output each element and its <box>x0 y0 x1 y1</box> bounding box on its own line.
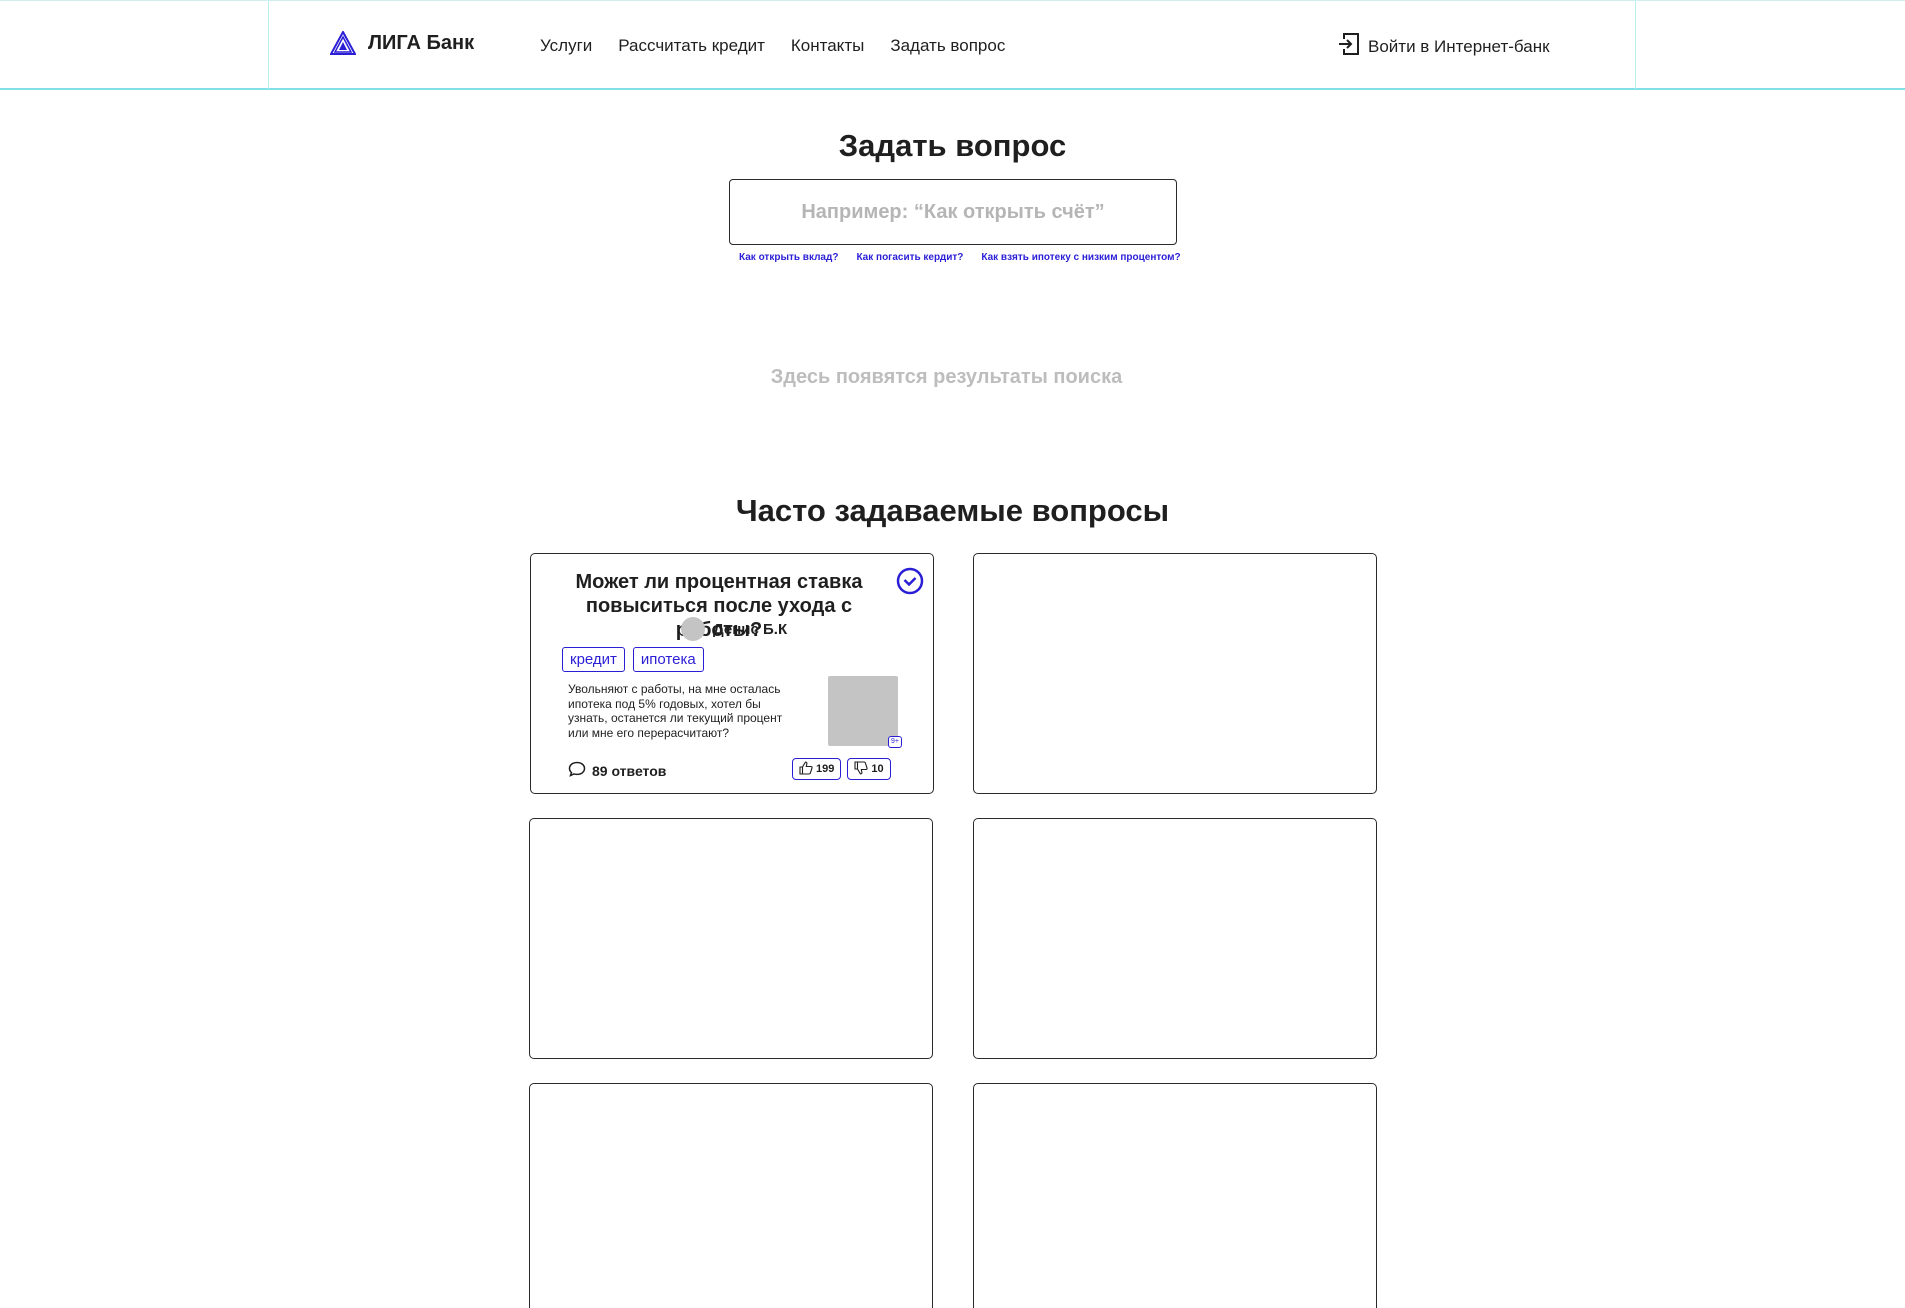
triangle-logo-icon <box>330 31 356 55</box>
faq-card-placeholder <box>529 1083 933 1308</box>
thumbs-up-icon <box>799 760 813 778</box>
faq-card[interactable]: Может ли процентная ставка повыситься по… <box>530 553 934 794</box>
nav-item-credit-calculator[interactable]: Рассчитать кредит <box>618 36 765 56</box>
nav-item-ask-question[interactable]: Задать вопрос <box>890 36 1005 56</box>
faq-card-placeholder <box>973 1083 1377 1308</box>
faq-card-placeholder <box>973 553 1377 794</box>
question-tags: кредит ипотека <box>562 647 704 672</box>
suggestion-link[interactable]: Как открыть вклад? <box>739 252 838 263</box>
question-image[interactable] <box>828 676 898 746</box>
vote-group: 199 10 <box>792 758 891 780</box>
suggestion-link[interactable]: Как взять ипотеку с низким процентом? <box>981 252 1180 263</box>
answers-link[interactable]: 89 ответов <box>568 761 666 780</box>
image-count-badge: 9+ <box>888 736 902 748</box>
likes-count: 199 <box>816 763 835 775</box>
search-results-placeholder: Здесь появятся результаты поиска <box>770 366 1123 388</box>
login-icon <box>1338 32 1360 61</box>
faq-card-placeholder <box>529 818 933 1059</box>
faq-card-placeholder <box>973 818 1377 1059</box>
avatar <box>681 617 705 641</box>
tag-credit[interactable]: кредит <box>562 647 625 672</box>
comment-icon <box>568 761 586 780</box>
author-name: Денис Б.К <box>713 620 788 638</box>
question-search-input[interactable] <box>729 179 1177 245</box>
layout-guide-left <box>268 1 269 89</box>
login-label: Войти в Интернет-банк <box>1368 36 1550 56</box>
login-button[interactable]: Войти в Интернет-банк <box>1338 32 1550 61</box>
question-text: Увольняют с работы, на мне осталась ипот… <box>568 682 783 740</box>
tag-mortgage[interactable]: ипотека <box>632 647 704 672</box>
suggested-questions: Как открыть вклад? Как погасить кердит? … <box>739 252 1181 263</box>
like-button[interactable]: 199 <box>792 758 842 780</box>
dislikes-count: 10 <box>871 763 884 775</box>
suggestion-link[interactable]: Как погасить кердит? <box>856 252 963 263</box>
site-header: ЛИГА Банк Услуги Рассчитать кредит Конта… <box>0 0 1905 90</box>
main-nav: Услуги Рассчитать кредит Контакты Задать… <box>540 36 1005 56</box>
question-author: Денис Б.К <box>681 617 787 641</box>
layout-guide-right <box>1635 1 1636 89</box>
dislike-button[interactable]: 10 <box>847 758 891 780</box>
thumbs-down-icon <box>854 760 868 778</box>
answers-count: 89 ответов <box>592 762 667 779</box>
faq-title: Часто задаваемые вопросы <box>735 493 1170 528</box>
nav-item-contacts[interactable]: Контакты <box>791 36 864 56</box>
check-circle-icon <box>896 567 924 600</box>
brand-logo[interactable]: ЛИГА Банк <box>330 31 474 55</box>
ask-title: Задать вопрос <box>838 128 1067 163</box>
nav-item-services[interactable]: Услуги <box>540 36 592 56</box>
brand-name: ЛИГА Банк <box>368 31 475 54</box>
